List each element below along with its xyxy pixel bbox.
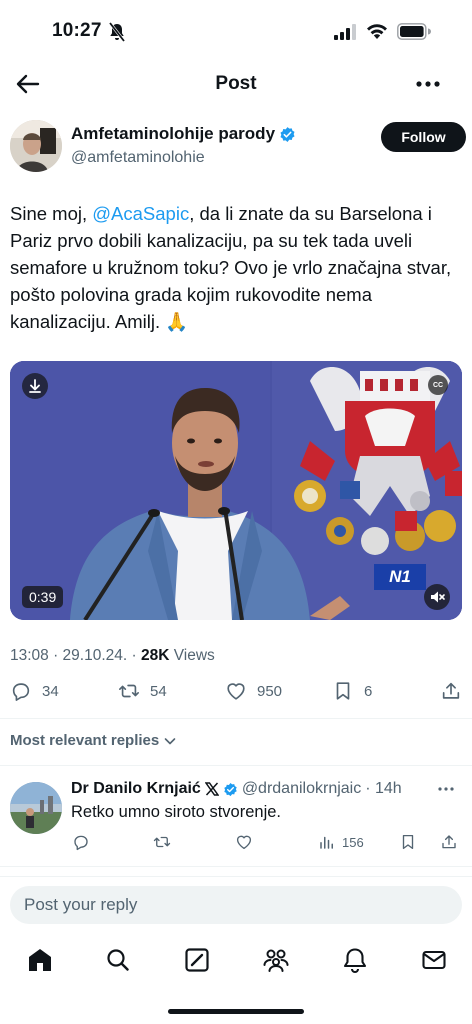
- share-icon: [442, 682, 460, 699]
- captions-button[interactable]: CC: [428, 375, 448, 395]
- reply-icon: [74, 835, 88, 851]
- tweet-text: Sine moj, @AcaSapic, da li znate da su B…: [10, 200, 462, 335]
- search-icon[interactable]: [104, 946, 132, 974]
- reply-reply-button[interactable]: [72, 833, 90, 851]
- mention-link[interactable]: @AcaSapic: [92, 203, 189, 224]
- wifi-icon: [367, 24, 387, 39]
- divider: [0, 718, 472, 719]
- verified-badge-icon: [280, 126, 295, 142]
- reply-count: 34: [42, 682, 59, 700]
- reply-share-button[interactable]: [440, 833, 458, 851]
- home-indicator: [168, 1009, 304, 1014]
- bottom-tab-bar: [0, 942, 472, 982]
- signal-icon: [334, 24, 356, 40]
- grok-icon[interactable]: [183, 946, 211, 974]
- author-handle[interactable]: @amfetaminolohie: [71, 149, 205, 167]
- reply-author-handle[interactable]: @drdanilokrnjaic: [242, 780, 361, 798]
- repost-count: 54: [150, 682, 167, 700]
- battery-icon: [397, 23, 431, 40]
- like-icon: [236, 835, 252, 850]
- more-icon[interactable]: [436, 782, 456, 796]
- bookmark-button[interactable]: 6: [332, 680, 372, 702]
- home-icon[interactable]: [26, 946, 54, 974]
- reply-avatar[interactable]: [10, 782, 62, 834]
- tweet-timestamp: 13:08 · 29.10.24. ·: [10, 647, 141, 664]
- bookmark-icon: [402, 834, 414, 850]
- verified-badge-icon: [224, 782, 237, 796]
- share-button[interactable]: [440, 680, 462, 702]
- reply-actions: 156: [0, 833, 472, 853]
- x-logo-icon: [204, 782, 219, 796]
- reply-header: Dr Danilo Krnjaić @drdanilokrnjaic · 14h: [71, 780, 402, 798]
- repost-icon: [153, 836, 171, 848]
- tweet-video[interactable]: CC N1 0:39: [10, 361, 462, 620]
- replies-sort-label: Most relevant replies: [10, 732, 160, 749]
- channel-logo: N1: [374, 564, 426, 590]
- bookmark-count: 6: [364, 682, 373, 700]
- mute-icon[interactable]: [424, 584, 450, 610]
- like-count: 950: [257, 682, 283, 700]
- bell-slash-icon: [108, 22, 126, 42]
- divider: [0, 765, 472, 766]
- repost-button[interactable]: 54: [118, 680, 167, 702]
- reply-views-count: 156: [342, 834, 364, 850]
- tweet-meta: 13:08 · 29.10.24. · 28K Views: [10, 647, 215, 665]
- author-name-row: Amfetaminolohije parody: [71, 124, 296, 144]
- status-bar: 10:27: [0, 0, 472, 62]
- share-icon: [442, 835, 456, 849]
- notifications-icon[interactable]: [341, 946, 369, 974]
- tweet-text-start: Sine moj,: [10, 203, 93, 224]
- follow-button[interactable]: Follow: [381, 122, 466, 152]
- divider: [0, 866, 472, 867]
- reply-text: Retko umno siroto stvorenje.: [71, 803, 282, 821]
- top-navigation: Post: [0, 62, 472, 106]
- divider: [0, 876, 472, 877]
- communities-icon[interactable]: [262, 946, 290, 974]
- tweet-actions: 34 54 950 6: [0, 680, 472, 710]
- more-icon[interactable]: [414, 70, 442, 98]
- repost-icon: [119, 684, 139, 698]
- reply-repost-button[interactable]: [153, 833, 171, 851]
- chevron-down-icon: [164, 737, 176, 744]
- status-time: 10:27: [52, 20, 102, 41]
- views-count: 28K: [140, 647, 170, 664]
- reply-button[interactable]: 34: [10, 680, 59, 702]
- reply-input[interactable]: Post your reply: [10, 886, 462, 924]
- page-title: Post: [215, 73, 257, 94]
- reply-icon: [12, 683, 30, 701]
- reply-author-name[interactable]: Dr Danilo Krnjaić: [71, 780, 201, 798]
- download-icon[interactable]: [22, 373, 48, 399]
- views-icon: [320, 836, 333, 849]
- views-label: Views: [169, 647, 215, 664]
- author-name[interactable]: Amfetaminolohije parody: [71, 124, 275, 144]
- reply-time: · 14h: [365, 780, 402, 797]
- reply-views-button[interactable]: 156: [318, 833, 364, 851]
- video-duration: 0:39: [22, 586, 64, 608]
- messages-icon[interactable]: [420, 946, 448, 974]
- replies-sort-dropdown[interactable]: Most relevant replies: [10, 732, 177, 749]
- author-avatar[interactable]: [10, 120, 62, 172]
- like-icon: [227, 683, 245, 700]
- bookmark-icon: [336, 682, 350, 700]
- reply-bookmark-button[interactable]: [399, 833, 417, 851]
- reply-like-button[interactable]: [235, 833, 253, 851]
- like-button[interactable]: 950: [225, 680, 282, 702]
